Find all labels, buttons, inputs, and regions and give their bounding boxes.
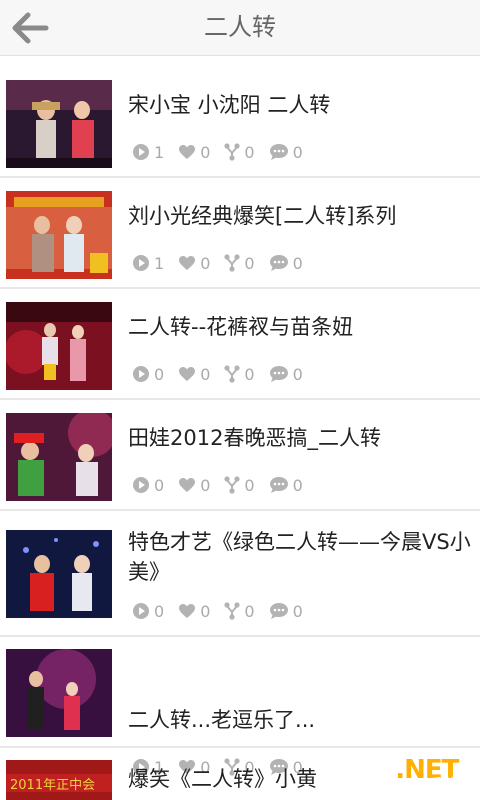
share-count: 0 xyxy=(224,602,255,621)
like-count: 0 xyxy=(178,143,210,162)
play-icon xyxy=(133,144,149,160)
share-icon xyxy=(224,143,240,161)
top-bar: 二人转 xyxy=(0,0,480,56)
comment-icon xyxy=(269,255,288,271)
share-icon xyxy=(224,254,240,272)
like-count: 0 xyxy=(178,476,210,495)
share-count: 0 xyxy=(224,476,255,495)
site-watermark: 962.NET 乐游网 xyxy=(344,746,472,794)
watermark-subtitle: 乐游网 xyxy=(428,777,470,793)
heart-icon xyxy=(179,367,196,381)
comment-icon xyxy=(269,477,288,493)
video-thumbnail xyxy=(6,80,112,168)
video-thumbnail xyxy=(6,649,112,737)
heart-icon xyxy=(179,478,196,492)
video-thumbnail xyxy=(6,413,112,501)
play-icon xyxy=(133,366,149,382)
like-count: 0 xyxy=(178,602,210,621)
play-icon xyxy=(133,477,149,493)
heart-icon xyxy=(179,145,196,159)
video-thumbnail xyxy=(6,191,112,279)
list-item[interactable]: 田娃2012春晚恶搞_二人转 0 0 0 0 xyxy=(0,400,480,511)
like-count: 0 xyxy=(178,254,210,273)
video-stats: 0 0 0 0 xyxy=(132,362,317,386)
comment-count: 0 xyxy=(269,476,303,495)
comment-icon xyxy=(269,366,288,382)
list-item[interactable]: 二人转...老逗乐了... 1 0 0 0 xyxy=(0,637,480,777)
list-item[interactable]: 特色才艺《绿色二人转——今晨VS小美》 0 0 0 0 xyxy=(0,511,480,637)
video-thumbnail xyxy=(6,302,112,390)
list-item[interactable]: 刘小光经典爆笑[二人转]系列 1 0 0 0 xyxy=(0,178,480,289)
play-count: 0 xyxy=(132,365,164,384)
comment-count: 0 xyxy=(269,143,303,162)
share-icon xyxy=(224,365,240,383)
video-title: 特色才艺《绿色二人转——今晨VS小美》 xyxy=(128,530,471,584)
share-count: 0 xyxy=(224,254,255,273)
video-stats: 1 0 0 0 xyxy=(132,140,317,164)
comment-count: 0 xyxy=(269,602,303,621)
like-count: 0 xyxy=(178,365,210,384)
heart-icon xyxy=(179,604,196,618)
comment-count: 0 xyxy=(269,254,303,273)
video-title: 宋小宝 小沈阳 二人转 xyxy=(128,93,331,117)
play-count: 1 xyxy=(132,254,164,273)
video-stats: 1 0 0 0 xyxy=(132,251,317,275)
share-count: 0 xyxy=(224,143,255,162)
video-stats: 0 0 0 0 xyxy=(132,599,317,623)
share-icon xyxy=(224,602,240,620)
list-item[interactable]: 宋小宝 小沈阳 二人转 1 0 0 0 xyxy=(0,66,480,178)
share-count: 0 xyxy=(224,365,255,384)
play-icon xyxy=(133,255,149,271)
play-count: 1 xyxy=(132,143,164,162)
list-item[interactable]: 二人转--花裤衩与苗条妞 0 0 0 0 xyxy=(0,289,480,400)
heart-icon xyxy=(179,256,196,270)
video-title: 二人转...老逗乐了... xyxy=(128,708,316,732)
video-title: 田娃2012春晚恶搞_二人转 xyxy=(128,426,381,450)
video-thumbnail xyxy=(6,530,112,618)
play-count: 0 xyxy=(132,602,164,621)
page-title: 二人转 xyxy=(204,13,276,41)
thumbnail-caption: 2011年正中会 xyxy=(10,778,95,793)
comment-icon xyxy=(269,603,288,619)
play-icon xyxy=(133,603,149,619)
share-icon xyxy=(224,476,240,494)
video-title: 刘小光经典爆笑[二人转]系列 xyxy=(128,204,397,228)
video-thumbnail: 2011年正中会 xyxy=(6,760,112,800)
video-stats: 0 0 0 0 xyxy=(132,473,317,497)
comment-icon xyxy=(269,144,288,160)
play-count: 0 xyxy=(132,476,164,495)
video-title: 二人转--花裤衩与苗条妞 xyxy=(128,315,354,339)
comment-count: 0 xyxy=(269,365,303,384)
